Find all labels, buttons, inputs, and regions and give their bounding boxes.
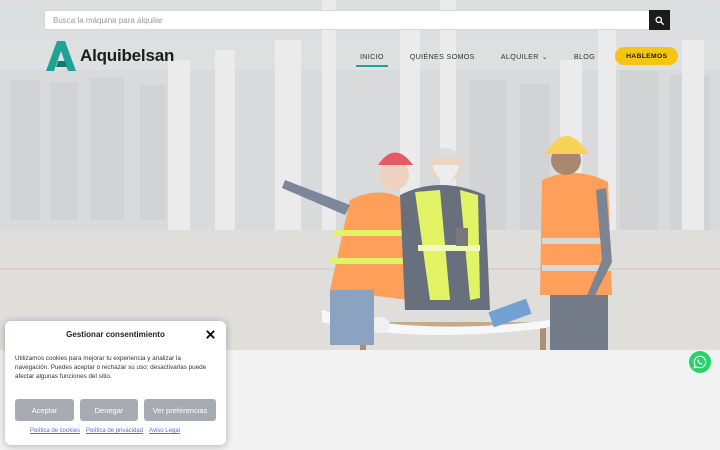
whatsapp-icon bbox=[693, 355, 707, 369]
search-input[interactable] bbox=[44, 10, 649, 30]
nav-item-inicio[interactable]: INICIO bbox=[356, 52, 388, 67]
cookie-dialog-buttons: Aceptar Denegar Ver preferencias bbox=[15, 399, 216, 421]
main-navigation: INICIO QUIÉNES SOMOS ALQUILER ⌄ BLOG HABL… bbox=[356, 46, 679, 67]
whatsapp-button[interactable] bbox=[689, 351, 711, 373]
legal-notice-link[interactable]: Aviso Legal bbox=[149, 428, 180, 434]
logo-text: Alquibelsan bbox=[80, 46, 175, 65]
close-icon[interactable] bbox=[205, 329, 216, 340]
cookie-dialog-title: Gestionar consentimiento bbox=[66, 330, 165, 339]
cookie-dialog-message: Utilizamos cookies para mejorar tu exper… bbox=[15, 355, 207, 380]
accept-button[interactable]: Aceptar bbox=[15, 399, 74, 421]
preferences-button[interactable]: Ver preferencias bbox=[144, 399, 216, 421]
search-bar bbox=[44, 10, 670, 30]
cookie-dialog-links: Política de cookies Política de privacid… bbox=[30, 428, 180, 434]
search-button[interactable] bbox=[649, 10, 670, 30]
nav-item-alquiler-label: ALQUILER bbox=[500, 51, 539, 61]
search-icon bbox=[655, 15, 664, 25]
cookie-policy-link[interactable]: Política de cookies bbox=[30, 428, 80, 434]
hablemos-button[interactable]: HABLEMOS bbox=[615, 47, 679, 65]
deny-button[interactable]: Denegar bbox=[80, 399, 138, 421]
nav-item-blog[interactable]: BLOG bbox=[574, 52, 595, 61]
alquibelsan-a-logo-icon bbox=[46, 41, 76, 71]
nav-item-alquiler[interactable]: ALQUILER ⌄ bbox=[501, 52, 548, 61]
privacy-policy-link[interactable]: Política de privacidad bbox=[86, 428, 143, 434]
nav-item-quienes-somos[interactable]: QUIÉNES SOMOS bbox=[410, 52, 475, 61]
cookie-consent-dialog: Gestionar consentimiento Utilizamos cook… bbox=[5, 321, 226, 445]
site-logo[interactable]: Alquibelsan bbox=[46, 40, 174, 72]
chevron-down-icon: ⌄ bbox=[541, 53, 548, 61]
